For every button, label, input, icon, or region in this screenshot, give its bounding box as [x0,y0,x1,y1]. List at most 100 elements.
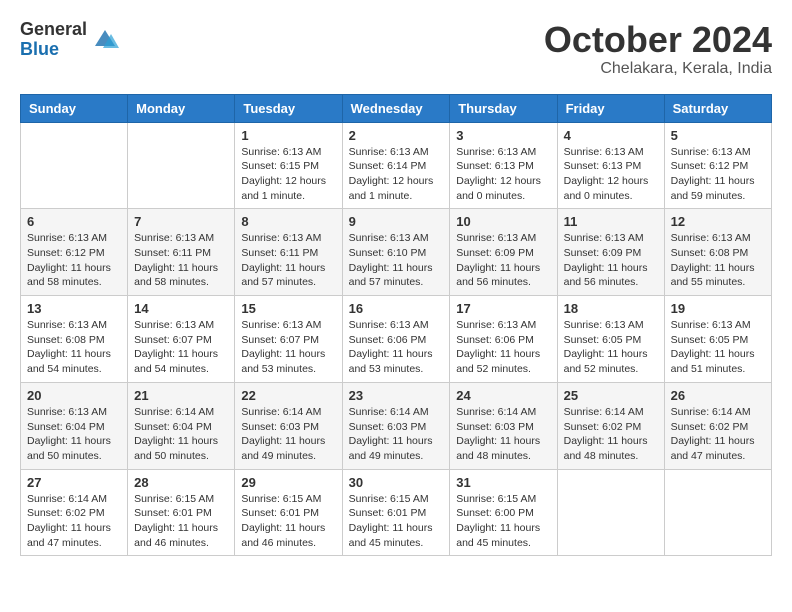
calendar-cell: 15 Sunrise: 6:13 AM Sunset: 6:07 PM Dayli… [235,296,342,383]
day-info: Sunrise: 6:13 AM Sunset: 6:13 PM Dayligh… [564,145,658,204]
calendar-cell: 28 Sunrise: 6:15 AM Sunset: 6:01 PM Dayli… [128,469,235,556]
day-info: Sunrise: 6:13 AM Sunset: 6:14 PM Dayligh… [349,145,444,204]
day-info: Sunrise: 6:13 AM Sunset: 6:04 PM Dayligh… [27,405,121,464]
calendar-cell [557,469,664,556]
day-number: 22 [241,388,335,403]
calendar-cell: 6 Sunrise: 6:13 AM Sunset: 6:12 PM Daylig… [21,209,128,296]
day-info: Sunrise: 6:15 AM Sunset: 6:01 PM Dayligh… [241,492,335,551]
day-info: Sunrise: 6:15 AM Sunset: 6:01 PM Dayligh… [134,492,228,551]
day-info: Sunrise: 6:15 AM Sunset: 6:01 PM Dayligh… [349,492,444,551]
day-number: 28 [134,475,228,490]
calendar-cell: 29Sunrise: 6:15 AM Sunset: 6:01 PM Dayli… [235,469,342,556]
day-number: 7 [134,214,228,229]
header-thursday: Thursday [450,94,557,122]
calendar-cell: 23Sunrise: 6:14 AM Sunset: 6:03 PM Dayli… [342,382,450,469]
day-info: Sunrise: 6:13 AM Sunset: 6:15 PM Dayligh… [241,145,335,204]
day-number: 8 [241,214,335,229]
day-info: Sunrise: 6:13 AM Sunset: 6:10 PM Dayligh… [349,231,444,290]
day-number: 3 [456,128,550,143]
day-info: Sunrise: 6:14 AM Sunset: 6:04 PM Dayligh… [134,405,228,464]
day-info: Sunrise: 6:13 AM Sunset: 6:13 PM Dayligh… [456,145,550,204]
logo-text: General Blue [20,20,87,60]
day-info: Sunrise: 6:13 AM Sunset: 6:08 PM Dayligh… [27,318,121,377]
day-info: Sunrise: 6:15 AM Sunset: 6:00 PM Dayligh… [456,492,550,551]
header-saturday: Saturday [664,94,771,122]
day-number: 27 [27,475,121,490]
day-number: 12 [671,214,765,229]
header-sunday: Sunday [21,94,128,122]
calendar-cell: 22 Sunrise: 6:14 AM Sunset: 6:03 PM Dayli… [235,382,342,469]
day-number: 11 [564,214,658,229]
day-number: 15 [241,301,335,316]
calendar-cell: 31 Sunrise: 6:15 AM Sunset: 6:00 PM Dayli… [450,469,557,556]
calendar-cell: 14Sunrise: 6:13 AM Sunset: 6:07 PM Dayli… [128,296,235,383]
calendar-cell: 1 Sunrise: 6:13 AM Sunset: 6:15 PM Daylig… [235,122,342,209]
day-info: Sunrise: 6:13 AM Sunset: 6:06 PM Dayligh… [456,318,550,377]
calendar-cell: 11Sunrise: 6:13 AM Sunset: 6:09 PM Dayli… [557,209,664,296]
title-block: October 2024 Chelakara, Kerala, India [544,20,772,78]
logo-icon [91,26,119,54]
day-info: Sunrise: 6:13 AM Sunset: 6:09 PM Dayligh… [456,231,550,290]
calendar-cell: 3 Sunrise: 6:13 AM Sunset: 6:13 PM Daylig… [450,122,557,209]
day-number: 24 [456,388,550,403]
day-number: 14 [134,301,228,316]
day-number: 16 [349,301,444,316]
calendar-table: SundayMondayTuesdayWednesdayThursdayFrid… [20,94,772,557]
month-title: October 2024 [544,20,772,60]
day-info: Sunrise: 6:13 AM Sunset: 6:05 PM Dayligh… [564,318,658,377]
calendar-cell: 16 Sunrise: 6:13 AM Sunset: 6:06 PM Dayli… [342,296,450,383]
location: Chelakara, Kerala, India [544,60,772,78]
calendar-header-row: SundayMondayTuesdayWednesdayThursdayFrid… [21,94,772,122]
day-info: Sunrise: 6:14 AM Sunset: 6:02 PM Dayligh… [27,492,121,551]
calendar-cell: 2 Sunrise: 6:13 AM Sunset: 6:14 PM Daylig… [342,122,450,209]
calendar-cell: 10Sunrise: 6:13 AM Sunset: 6:09 PM Dayli… [450,209,557,296]
day-info: Sunrise: 6:13 AM Sunset: 6:11 PM Dayligh… [241,231,335,290]
calendar-cell: 4 Sunrise: 6:13 AM Sunset: 6:13 PM Daylig… [557,122,664,209]
calendar-week-row: 6 Sunrise: 6:13 AM Sunset: 6:12 PM Daylig… [21,209,772,296]
calendar-week-row: 20 Sunrise: 6:13 AM Sunset: 6:04 PM Dayli… [21,382,772,469]
day-number: 20 [27,388,121,403]
day-info: Sunrise: 6:14 AM Sunset: 6:03 PM Dayligh… [241,405,335,464]
day-number: 13 [27,301,121,316]
calendar-cell [128,122,235,209]
day-info: Sunrise: 6:13 AM Sunset: 6:07 PM Dayligh… [241,318,335,377]
day-info: Sunrise: 6:14 AM Sunset: 6:02 PM Dayligh… [564,405,658,464]
calendar-cell: 7Sunrise: 6:13 AM Sunset: 6:11 PM Daylig… [128,209,235,296]
calendar-cell: 9 Sunrise: 6:13 AM Sunset: 6:10 PM Daylig… [342,209,450,296]
calendar-cell: 13 Sunrise: 6:13 AM Sunset: 6:08 PM Dayli… [21,296,128,383]
calendar-week-row: 1 Sunrise: 6:13 AM Sunset: 6:15 PM Daylig… [21,122,772,209]
day-info: Sunrise: 6:13 AM Sunset: 6:12 PM Dayligh… [671,145,765,204]
calendar-cell: 18 Sunrise: 6:13 AM Sunset: 6:05 PM Dayli… [557,296,664,383]
day-number: 17 [456,301,550,316]
day-number: 4 [564,128,658,143]
day-number: 5 [671,128,765,143]
header-wednesday: Wednesday [342,94,450,122]
logo-general: General [20,20,87,40]
day-info: Sunrise: 6:13 AM Sunset: 6:06 PM Dayligh… [349,318,444,377]
calendar-week-row: 13 Sunrise: 6:13 AM Sunset: 6:08 PM Dayli… [21,296,772,383]
day-number: 6 [27,214,121,229]
calendar-cell [664,469,771,556]
day-number: 19 [671,301,765,316]
day-number: 2 [349,128,444,143]
calendar-cell [21,122,128,209]
day-number: 18 [564,301,658,316]
day-number: 21 [134,388,228,403]
header-friday: Friday [557,94,664,122]
calendar-cell: 24Sunrise: 6:14 AM Sunset: 6:03 PM Dayli… [450,382,557,469]
day-number: 1 [241,128,335,143]
day-info: Sunrise: 6:13 AM Sunset: 6:12 PM Dayligh… [27,231,121,290]
day-info: Sunrise: 6:14 AM Sunset: 6:03 PM Dayligh… [349,405,444,464]
day-number: 26 [671,388,765,403]
day-info: Sunrise: 6:13 AM Sunset: 6:08 PM Dayligh… [671,231,765,290]
logo-blue: Blue [20,40,87,60]
calendar-cell: 8 Sunrise: 6:13 AM Sunset: 6:11 PM Daylig… [235,209,342,296]
calendar-cell: 19Sunrise: 6:13 AM Sunset: 6:05 PM Dayli… [664,296,771,383]
day-number: 9 [349,214,444,229]
calendar-cell: 17 Sunrise: 6:13 AM Sunset: 6:06 PM Dayli… [450,296,557,383]
calendar-cell: 5 Sunrise: 6:13 AM Sunset: 6:12 PM Daylig… [664,122,771,209]
page-header: General Blue October 2024 Chelakara, Ker… [20,20,772,78]
calendar-cell: 12 Sunrise: 6:13 AM Sunset: 6:08 PM Dayli… [664,209,771,296]
calendar-week-row: 27 Sunrise: 6:14 AM Sunset: 6:02 PM Dayli… [21,469,772,556]
day-number: 31 [456,475,550,490]
